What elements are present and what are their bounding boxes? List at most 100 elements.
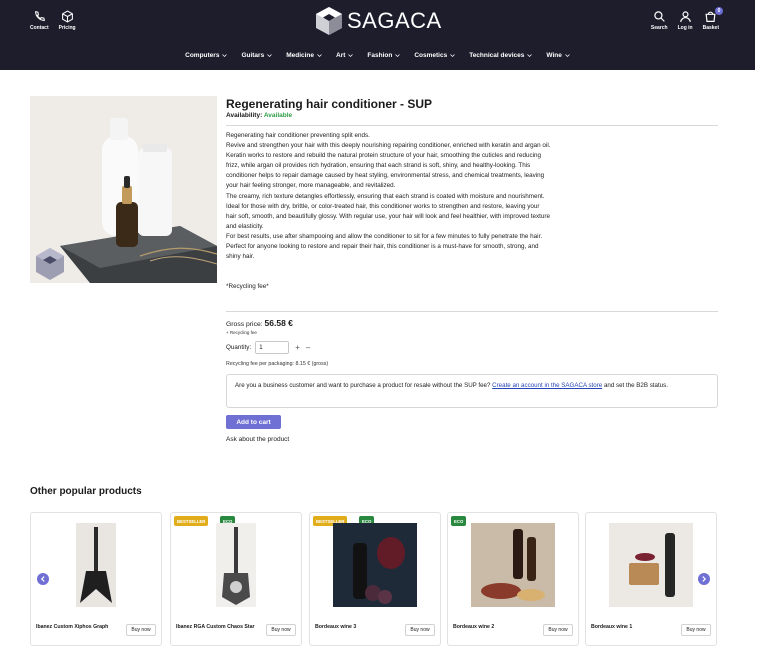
recycling-note: *Recycling fee* [226,283,269,290]
gross-price-label: Gross price: [226,321,263,328]
nav-item-computers[interactable]: Computers [185,52,228,59]
quantity-label: Quantity: [226,344,252,351]
basket-label: Basket [702,25,719,31]
nav-label: Fashion [367,52,393,59]
nav-item-wine[interactable]: Wine [546,52,570,59]
quantity-input[interactable]: 1 [255,341,290,354]
search-button[interactable]: Search [651,10,668,31]
product-card-name: Ibanez Custom Xiphos Graph [36,624,109,630]
buy-now-button[interactable]: Buy now [126,624,156,636]
availability-label: Availability: [226,112,263,119]
product-card-name: Ibanez RGA Custom Chaos Star [176,624,255,630]
nav-label: Art [336,52,346,59]
product-card[interactable]: BESTSELLER ECO Bordeaux wine 3 Buy now [309,512,441,646]
nav-label: Cosmetics [414,52,448,59]
cube-logo-icon [316,7,342,35]
site-header: Contact Pricing SAGACA Search Log in 0 B… [0,0,755,70]
main-nav: Computers Guitars Medicine Art Fashion C… [0,52,755,59]
box-icon [61,10,73,23]
brand-name: SAGACA [347,8,442,33]
search-icon [654,11,665,22]
wine-photo [609,523,693,607]
nav-label: Wine [546,52,562,59]
search-label: Search [650,25,668,31]
login-button[interactable]: Log in [678,10,693,31]
basket-count-badge: 0 [715,7,723,15]
guitar-photo [76,523,116,607]
product-title: Regenerating hair conditioner - SUP [226,97,433,111]
basket-button[interactable]: 0 Basket [702,7,723,31]
carousel-prev-button[interactable] [37,573,49,585]
carousel-next-button[interactable] [698,573,710,585]
chevron-down-icon [222,54,228,58]
wine-photo [471,523,555,607]
recycling-fee-line: Recycling fee per packaging: 8.15 € (gro… [226,361,329,367]
product-card[interactable]: BESTSELLER ECO Ibanez RGA Custom Chaos S… [170,512,302,646]
product-image[interactable] [30,96,217,283]
buy-now-button[interactable]: Buy now [266,624,296,636]
divider [226,311,718,312]
nav-item-guitars[interactable]: Guitars [241,52,272,59]
buy-now-button[interactable]: Buy now [405,624,435,636]
contact-link[interactable]: Contact [30,10,49,31]
chevron-down-icon [395,54,401,58]
chevron-right-icon [702,576,707,582]
chevron-down-icon [267,54,272,58]
nav-item-fashion[interactable]: Fashion [367,52,401,59]
contact-label: Contact [30,25,49,31]
gross-price-subnote: + Recycling fee [226,330,257,335]
b2b-notice: Are you a business customer and want to … [226,374,718,408]
create-account-link[interactable]: Create an account in the SAGACA store [492,382,602,389]
product-card-name: Bordeaux wine 3 [315,624,357,630]
quantity-row: Quantity: 1 + – [226,341,310,354]
pricing-label: Pricing [58,25,76,31]
nav-label: Technical devices [469,52,525,59]
chevron-down-icon [317,54,322,58]
popular-products-title: Other popular products [30,486,142,497]
bestseller-badge: BESTSELLER [174,516,209,526]
buy-now-button[interactable]: Buy now [543,624,573,636]
quantity-decrease-button[interactable]: – [306,343,310,352]
divider [226,125,718,126]
add-to-cart-button[interactable]: Add to cart [226,415,281,429]
availability: Availability: Available [226,112,292,119]
login-label: Log in [677,25,693,31]
guitar-photo [216,523,256,607]
conditioner-bottles-photo [30,96,217,283]
nav-label: Computers [185,52,220,59]
b2b-text: Are you a business customer and want to … [235,382,493,389]
product-card-name: Bordeaux wine 2 [453,624,495,630]
chevron-left-icon [40,576,45,582]
eco-badge: ECO [451,516,467,526]
buy-now-button[interactable]: Buy now [681,624,711,636]
chevron-down-icon [565,54,570,58]
description-paragraph: For best results, use after shampooing a… [226,232,543,261]
chevron-down-icon [348,54,354,58]
description-paragraph: The creamy, rich texture detangles effor… [226,192,550,230]
product-description: Regenerating hair conditioner preventing… [226,131,551,262]
nav-item-technical-devices[interactable]: Technical devices [469,52,533,59]
description-paragraph: Revive and strengthen your hair with thi… [226,142,551,190]
nav-label: Guitars [241,52,265,59]
product-card-name: Bordeaux wine 1 [591,624,633,630]
product-card[interactable]: ECO Bordeaux wine 2 Buy now [447,512,579,646]
quantity-increase-button[interactable]: + [295,343,300,352]
nav-item-art[interactable]: Art [336,52,354,59]
description-paragraph: Regenerating hair conditioner preventing… [226,132,370,139]
brand-logo[interactable]: SAGACA [315,6,442,36]
chevron-down-icon [450,54,455,58]
b2b-text-end: and set the B2B status. [602,382,668,389]
phone-icon [34,10,45,21]
nav-label: Medicine [286,52,315,59]
availability-value: Available [263,112,293,119]
nav-item-cosmetics[interactable]: Cosmetics [414,52,455,59]
pricing-link[interactable]: Pricing [59,10,76,31]
chevron-down-icon [527,54,533,58]
gross-price-value: 56.58 € [264,318,293,328]
user-icon [679,11,691,23]
ask-about-product-link[interactable]: Ask about the product [226,436,289,443]
nav-item-medicine[interactable]: Medicine [286,52,322,59]
product-card[interactable]: Ibanez Custom Xiphos Graph Buy now [30,512,162,646]
gross-price: Gross price: 56.58 € [226,318,293,328]
wine-photo [333,523,417,607]
